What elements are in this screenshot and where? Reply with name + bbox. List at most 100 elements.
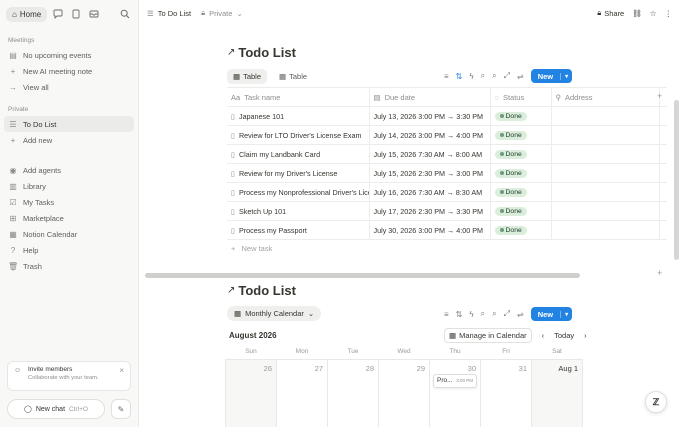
sidebar-item-notion-calendar[interactable]: ▦ Notion Calendar bbox=[0, 226, 138, 242]
add-icon[interactable]: + bbox=[657, 268, 662, 278]
sort-icon[interactable]: ⇅ bbox=[456, 310, 463, 319]
search-icon[interactable]: ⌕ bbox=[492, 71, 496, 81]
task-name-cell[interactable]: ▯ Process my Passport bbox=[227, 220, 369, 240]
sidebar-item-to-do-list[interactable]: ☰ To Do List bbox=[4, 116, 134, 132]
notion-ai-button[interactable]: ℤ bbox=[645, 391, 667, 413]
share-button[interactable]: Share bbox=[604, 9, 624, 18]
table-db-title[interactable]: ↗ Todo List bbox=[227, 45, 296, 60]
status-cell[interactable]: Done bbox=[489, 201, 551, 221]
status-cell[interactable]: Done bbox=[489, 125, 551, 145]
vertical-scrollbar[interactable] bbox=[674, 100, 679, 260]
table-db-title-text[interactable]: Todo List bbox=[238, 45, 296, 60]
expand-icon[interactable]: ⤢ bbox=[504, 71, 510, 81]
chat-icon[interactable] bbox=[51, 7, 65, 21]
sidebar-item-new-ai-meeting-note[interactable]: + New AI meeting note bbox=[0, 63, 138, 79]
sort-icon[interactable]: ⇅ bbox=[456, 72, 463, 81]
sidebar-item-trash[interactable]: 🗑 Trash bbox=[0, 258, 138, 274]
address-cell[interactable] bbox=[550, 220, 659, 240]
due-date-cell[interactable]: July 13, 2026 3:00 PM → 3:30 PM bbox=[368, 106, 490, 126]
status-cell[interactable]: Done bbox=[489, 182, 551, 202]
inbox-icon[interactable] bbox=[87, 7, 101, 21]
sidebar-item-help[interactable]: ? Help bbox=[0, 242, 138, 258]
due-date-cell[interactable]: July 16, 2026 7:30 AM → 8:30 AM bbox=[368, 182, 490, 202]
today-button[interactable]: Today bbox=[554, 331, 574, 340]
table-row[interactable]: ▯ Claim my Landbank Card July 15, 2026 7:3… bbox=[227, 144, 667, 164]
compose-button[interactable]: ✎ bbox=[111, 399, 131, 419]
calendar-event[interactable]: Pro... 3:00 PM bbox=[433, 373, 477, 388]
sidebar-item-my-tasks[interactable]: ☑ My Tasks bbox=[0, 194, 138, 210]
status-cell[interactable]: Done bbox=[489, 163, 551, 183]
sidebar-item-view-all[interactable]: → View all bbox=[0, 79, 138, 95]
automation-icon[interactable]: ϟ bbox=[469, 310, 473, 319]
tab-table-1[interactable]: ▦ Table bbox=[227, 69, 268, 84]
table-row[interactable]: ▯ Sketch Up 101 July 17, 2026 2:30 PM → 3:… bbox=[227, 201, 667, 221]
sidebar-item-library[interactable]: ▥ Library bbox=[0, 178, 138, 194]
sidebar-item-marketplace[interactable]: ⊞ Marketplace bbox=[0, 210, 138, 226]
automation-icon[interactable]: ϟ bbox=[469, 72, 473, 81]
calendar-new-button[interactable]: New ▾ bbox=[530, 307, 573, 321]
star-icon[interactable]: ☆ bbox=[650, 9, 657, 18]
calendar-db-title[interactable]: ↗ Todo List bbox=[227, 283, 296, 298]
search-icon[interactable] bbox=[118, 7, 132, 21]
task-name-cell[interactable]: ▯ Sketch Up 101 bbox=[227, 201, 369, 221]
address-cell[interactable] bbox=[550, 201, 659, 221]
document-icon[interactable] bbox=[69, 7, 83, 21]
calendar-day-cell[interactable]: Aug 1 bbox=[531, 358, 583, 427]
col-status[interactable]: ◌ Status bbox=[489, 87, 551, 107]
calendar-db-title-text[interactable]: Todo List bbox=[238, 283, 296, 298]
address-cell[interactable] bbox=[550, 144, 659, 164]
manage-in-calendar-button[interactable]: ▦ Manage in Calendar bbox=[444, 328, 532, 343]
table-row[interactable]: ▯ Japanese 101 July 13, 2026 3:00 PM → 3:3… bbox=[227, 106, 667, 126]
table-row[interactable]: ▯ Process my Passport July 30, 2026 3:00 P… bbox=[227, 220, 667, 240]
due-date-cell[interactable]: July 17, 2026 2:30 PM → 3:30 PM bbox=[368, 201, 490, 221]
col-task-name[interactable]: Aa Task name bbox=[227, 87, 369, 107]
status-cell[interactable]: Done bbox=[489, 144, 551, 164]
chevron-right-icon[interactable]: › bbox=[584, 331, 587, 340]
status-cell[interactable]: Done bbox=[489, 220, 551, 240]
add-column-icon[interactable]: + bbox=[657, 91, 662, 101]
horizontal-scrollbar[interactable] bbox=[145, 273, 580, 278]
breadcrumb-page[interactable]: To Do List bbox=[158, 9, 191, 18]
calendar-day-cell[interactable]: 30 Pro... 3:00 PM bbox=[429, 358, 481, 427]
due-date-cell[interactable]: July 14, 2026 3:00 PM → 4:00 PM bbox=[368, 125, 490, 145]
table-row[interactable]: ▯ Review for LTO Driver's License Exam Jul… bbox=[227, 125, 667, 145]
task-name-cell[interactable]: ▯ Review for LTO Driver's License Exam bbox=[227, 125, 369, 145]
settings-icon[interactable]: ⇌ bbox=[517, 310, 524, 319]
due-date-cell[interactable]: July 15, 2026 2:30 PM → 3:00 PM bbox=[368, 163, 490, 183]
task-name-cell[interactable]: ▯ Review for my Driver's License bbox=[227, 163, 369, 183]
due-date-cell[interactable]: July 30, 2026 3:00 PM → 4:00 PM bbox=[368, 220, 490, 240]
ai-search-icon[interactable]: ⌕ bbox=[481, 309, 485, 319]
new-button[interactable]: New ▾ bbox=[530, 69, 573, 83]
settings-icon[interactable]: ⇌ bbox=[517, 72, 524, 81]
sidebar-item-no-upcoming-events[interactable]: ▤ No upcoming events bbox=[0, 47, 138, 63]
ai-search-icon[interactable]: ⌕ bbox=[481, 71, 485, 81]
breadcrumb[interactable]: ☰ To Do List 🔒︎ Private ⌄ bbox=[147, 8, 243, 18]
table-row[interactable]: ▯ Process my Nonprofessional Driver's Lic… bbox=[227, 182, 667, 202]
calendar-day-cell[interactable]: 27 bbox=[276, 358, 328, 427]
link-icon[interactable]: ⛓ bbox=[632, 9, 642, 18]
calendar-view-selector[interactable]: ▦ Monthly Calendar ⌄ bbox=[227, 306, 322, 321]
calendar-day-cell[interactable]: 31 bbox=[480, 358, 532, 427]
address-cell[interactable] bbox=[550, 106, 659, 126]
status-cell[interactable]: Done bbox=[489, 106, 551, 126]
chevron-down-icon[interactable]: ▾ bbox=[560, 72, 572, 80]
close-icon[interactable]: × bbox=[119, 366, 124, 375]
sidebar-item-add-new[interactable]: + Add new bbox=[0, 132, 138, 148]
filter-icon[interactable]: ≡ bbox=[444, 310, 449, 319]
chevron-down-icon[interactable]: ▾ bbox=[560, 310, 572, 318]
calendar-day-cell[interactable]: 26 bbox=[225, 358, 277, 427]
chevron-left-icon[interactable]: ‹ bbox=[542, 331, 545, 340]
search-icon[interactable]: ⌕ bbox=[492, 309, 496, 319]
filter-icon[interactable]: ≡ bbox=[444, 72, 449, 81]
calendar-day-cell[interactable]: 28 bbox=[327, 358, 379, 427]
address-cell[interactable] bbox=[550, 182, 659, 202]
invite-members-card[interactable]: ☺ Invite members Collaborate with your t… bbox=[7, 361, 131, 391]
tab-table-2[interactable]: ▦ Table bbox=[273, 69, 313, 84]
task-name-cell[interactable]: ▯ Claim my Landbank Card bbox=[227, 144, 369, 164]
home-button[interactable]: ⌂ Home bbox=[6, 6, 48, 22]
calendar-day-cell[interactable]: 29 bbox=[378, 358, 430, 427]
more-icon[interactable]: ⋮ bbox=[665, 9, 673, 18]
address-cell[interactable] bbox=[550, 125, 659, 145]
due-date-cell[interactable]: July 15, 2026 7:30 AM → 8:00 AM bbox=[368, 144, 490, 164]
address-cell[interactable] bbox=[550, 163, 659, 183]
